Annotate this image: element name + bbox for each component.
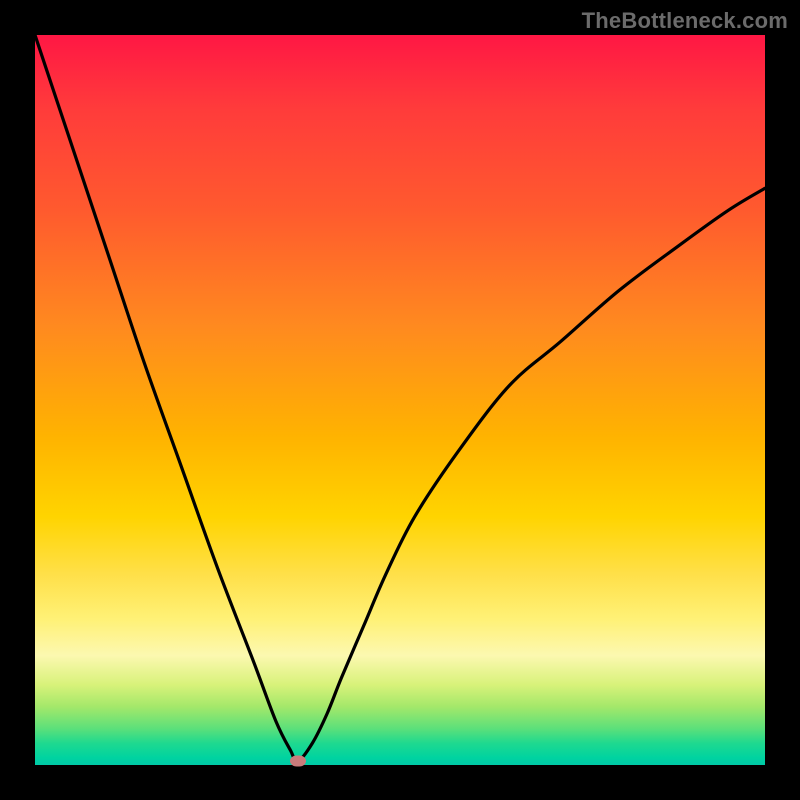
optimum-marker [290, 756, 306, 767]
watermark-text: TheBottleneck.com [582, 8, 788, 34]
plot-area [35, 35, 765, 765]
bottleneck-curve [35, 35, 765, 765]
chart-frame: TheBottleneck.com [0, 0, 800, 800]
